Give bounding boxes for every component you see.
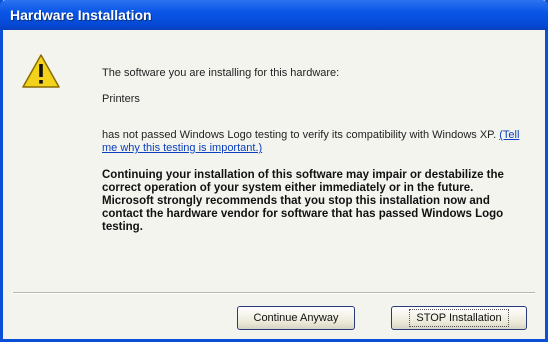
continue-anyway-button[interactable]: Continue Anyway — [237, 306, 355, 330]
logo-testing-text: has not passed Windows Logo testing to v… — [102, 129, 522, 155]
window-title: Hardware Installation — [10, 7, 152, 23]
divider — [13, 292, 535, 294]
hardware-installation-dialog: Hardware Installation The software you a… — [0, 0, 548, 342]
intro-text: The software you are installing for this… — [102, 67, 340, 79]
continue-anyway-label: Continue Anyway — [253, 312, 339, 324]
warning-icon — [22, 54, 60, 88]
title-bar[interactable]: Hardware Installation — [0, 0, 548, 30]
device-name: Printers — [102, 93, 140, 105]
dialog-content: The software you are installing for this… — [3, 30, 545, 339]
stop-installation-label: STOP Installation — [409, 309, 509, 327]
logo-testing-message: has not passed Windows Logo testing to v… — [102, 129, 497, 141]
stop-installation-button[interactable]: STOP Installation — [391, 306, 527, 330]
warning-text: Continuing your installation of this sof… — [102, 169, 504, 233]
